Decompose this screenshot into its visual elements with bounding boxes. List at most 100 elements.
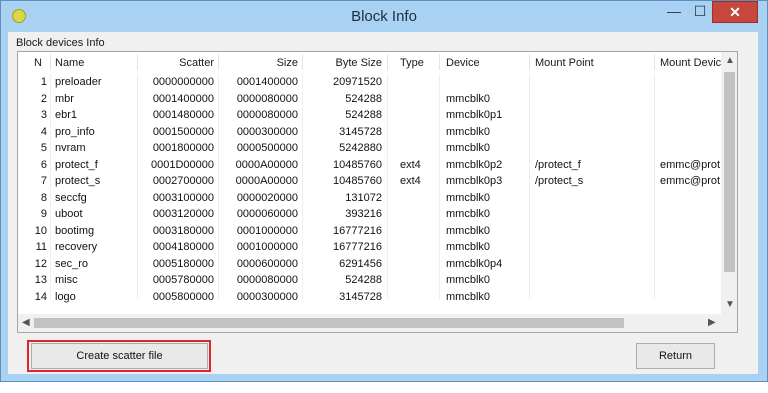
table-row[interactable]: 11 recovery 0004180000 0001000000 16777216 mm… xyxy=(18,241,723,258)
group-label: Block devices Info xyxy=(16,37,105,49)
cell-mount-point: /protect_s xyxy=(535,175,584,187)
cell-size: 0001000000 xyxy=(236,241,298,253)
cell-n: 1 xyxy=(40,76,47,88)
scroll-up-icon[interactable]: ▲ xyxy=(725,55,735,66)
cell-n: 12 xyxy=(34,257,47,270)
scroll-down-icon[interactable]: ▼ xyxy=(725,299,735,310)
col-header-byte-size[interactable]: Byte Size xyxy=(308,57,382,69)
cell-scatter: 0005800000 xyxy=(152,290,214,303)
title-bar[interactable]: Block Info — ☐ ✕ xyxy=(1,1,767,33)
cell-scatter: 0003100000 xyxy=(152,191,214,204)
col-header-device[interactable]: Device xyxy=(446,57,480,69)
cell-size: 0000500000 xyxy=(236,142,298,154)
table-row[interactable]: 3 ebr1 0001480000 0000080000 524288 mmcblk0p1 xyxy=(18,109,723,126)
col-header-scatter[interactable]: Scatter xyxy=(148,57,214,69)
col-header-name[interactable]: Name xyxy=(55,57,84,69)
cell-scatter: 0001400000 xyxy=(152,92,214,105)
table-row[interactable]: 9 uboot 0003120000 0000060000 393216 mmcblk0 xyxy=(18,208,723,225)
col-separator xyxy=(529,54,530,70)
cell-byte-size: 131072 xyxy=(345,191,382,204)
cell-name: logo xyxy=(55,290,76,303)
cell-mount-device: emmc@prot xyxy=(660,158,720,171)
cell-name: misc xyxy=(55,274,78,286)
cell-scatter: 0002700000 xyxy=(152,175,214,187)
col-separator xyxy=(302,54,303,70)
table-row[interactable]: 5 nvram 0001800000 0000500000 5242880 mmcblk0 xyxy=(18,142,723,159)
cell-device: mmcblk0p1 xyxy=(446,109,503,121)
cell-device: mmcblk0p4 xyxy=(446,257,503,270)
table-row[interactable]: 7 protect_s 0002700000 0000A00000 10485760 ex… xyxy=(18,175,723,192)
table-row[interactable]: 8 seccfg 0003100000 0000020000 131072 mmcblk0 xyxy=(18,192,723,209)
cell-name: bootimg xyxy=(55,224,95,237)
table-row[interactable]: 10 bootimg 0003180000 0001000000 16777216 mmc… xyxy=(18,225,723,242)
scroll-left-icon[interactable]: ◀ xyxy=(22,317,30,328)
cell-device: mmcblk0 xyxy=(446,191,491,204)
cell-size: 0000A00000 xyxy=(235,158,298,171)
table-row[interactable]: 14 logo 0005800000 0000300000 3145728 mmcblk0 xyxy=(18,291,723,308)
vertical-scrollbar[interactable]: ▲ ▼ xyxy=(721,52,737,314)
cell-size: 0000A00000 xyxy=(235,175,298,187)
table-row[interactable]: 6 protect_f 0001D00000 0000A00000 10485760 ex… xyxy=(18,159,723,176)
table-row[interactable]: 13 misc 0005780000 0000080000 524288 mmcblk0 xyxy=(18,274,723,291)
horizontal-scrollbar[interactable]: ◀ ▶ xyxy=(18,314,737,332)
cell-byte-size: 5242880 xyxy=(339,142,382,154)
cell-byte-size: 524288 xyxy=(345,109,382,121)
table-row[interactable]: 12 sec_ro 0005180000 0000600000 6291456 mmcbl… xyxy=(18,258,723,275)
col-header-mount-point[interactable]: Mount Point xyxy=(535,57,594,69)
cell-device: mmcblk0 xyxy=(446,142,491,154)
scroll-right-icon[interactable]: ▶ xyxy=(708,317,716,328)
cell-byte-size: 10485760 xyxy=(333,158,382,171)
cell-type: ext4 xyxy=(400,175,421,187)
cell-byte-size: 524288 xyxy=(345,92,382,105)
maximize-button[interactable]: ☐ xyxy=(687,1,713,23)
cell-n: 13 xyxy=(34,274,47,286)
col-separator xyxy=(387,54,388,70)
highlight-box xyxy=(27,340,211,372)
cell-scatter: 0005180000 xyxy=(152,257,214,270)
cell-device: mmcblk0p3 xyxy=(446,175,503,187)
col-header-type[interactable]: Type xyxy=(400,57,424,69)
cell-scatter: 0004180000 xyxy=(152,241,214,253)
vertical-scroll-thumb[interactable] xyxy=(724,72,735,272)
return-button[interactable]: Return xyxy=(636,343,715,369)
col-separator xyxy=(654,54,655,70)
cell-size: 0000300000 xyxy=(236,125,298,138)
cell-scatter: 0003120000 xyxy=(152,208,214,220)
cell-scatter: 0001800000 xyxy=(152,142,214,154)
table-row[interactable]: 1 preloader 0000000000 0001400000 20971520 xyxy=(18,76,723,93)
col-header-size[interactable]: Size xyxy=(232,57,298,69)
cell-n: 5 xyxy=(40,142,47,154)
cell-name: preloader xyxy=(55,76,102,88)
col-separator xyxy=(439,54,440,70)
cell-size: 0000080000 xyxy=(236,109,298,121)
cell-device: mmcblk0 xyxy=(446,241,491,253)
cell-byte-size: 6291456 xyxy=(339,257,382,270)
cell-name: ebr1 xyxy=(55,109,78,121)
cell-name: sec_ro xyxy=(55,257,89,270)
cell-byte-size: 10485760 xyxy=(333,175,382,187)
col-header-n[interactable]: N xyxy=(34,57,42,69)
close-button[interactable]: ✕ xyxy=(712,1,758,23)
col-header-mount-device[interactable]: Mount Devic xyxy=(660,57,721,69)
window-title: Block Info xyxy=(351,8,417,25)
block-devices-list[interactable]: N Name Scatter Size Byte Size Type Devic… xyxy=(17,51,738,333)
cell-type: ext4 xyxy=(400,158,421,171)
table-row[interactable]: 2 mbr 0001400000 0000080000 524288 mmcblk0 xyxy=(18,93,723,110)
cell-mount-point: /protect_f xyxy=(535,158,581,171)
horizontal-scroll-thumb[interactable] xyxy=(34,318,624,328)
col-separator xyxy=(218,54,219,70)
cell-size: 0000300000 xyxy=(236,290,298,303)
minimize-button[interactable]: — xyxy=(661,1,687,23)
table-row[interactable]: 4 pro_info 0001500000 0000300000 3145728 mmcb… xyxy=(18,126,723,143)
col-separator xyxy=(137,54,138,70)
cell-n: 6 xyxy=(40,158,47,171)
cell-mount-device: emmc@prot xyxy=(660,175,720,187)
cell-byte-size: 16777216 xyxy=(333,241,382,253)
cell-scatter: 0001D00000 xyxy=(150,158,214,171)
cell-size: 0000020000 xyxy=(236,191,298,204)
cell-byte-size: 16777216 xyxy=(333,224,382,237)
cell-byte-size: 524288 xyxy=(345,274,382,286)
cell-n: 8 xyxy=(40,191,47,204)
cell-n: 3 xyxy=(40,109,47,121)
cell-name: protect_s xyxy=(55,175,101,187)
